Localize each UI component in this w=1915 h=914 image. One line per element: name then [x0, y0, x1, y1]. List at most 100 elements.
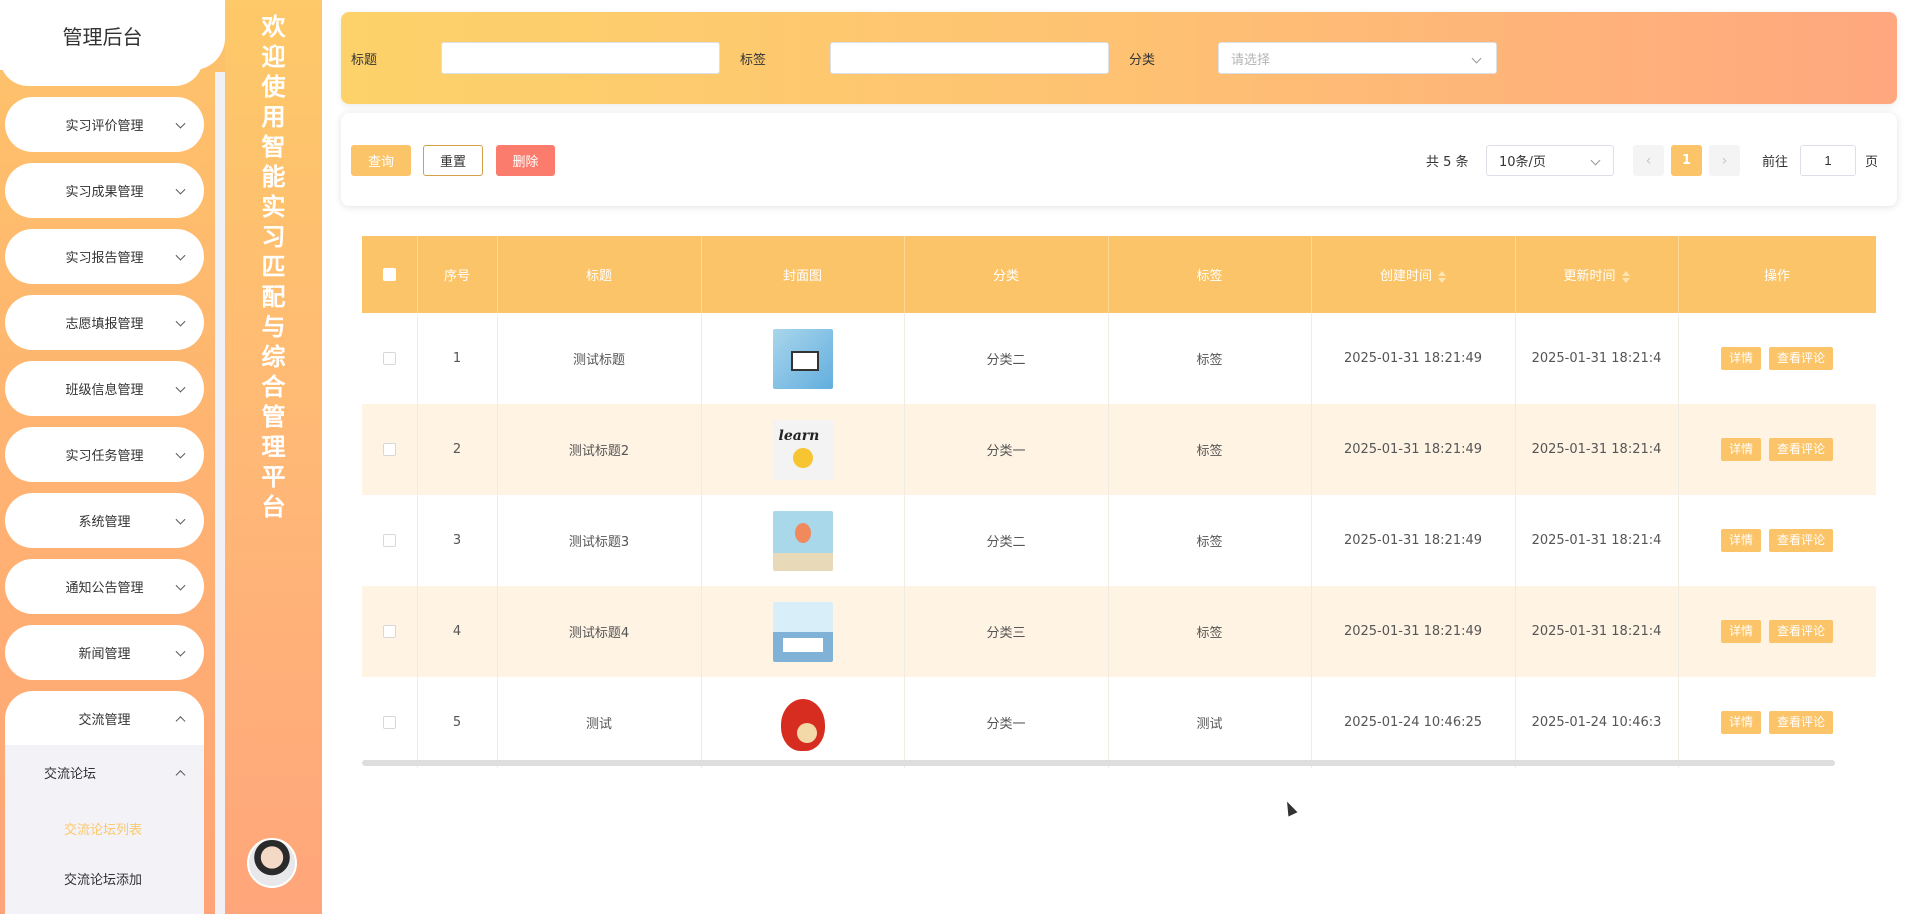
table-row[interactable]: 5 测试 分类一 测试 2025-01-24 10:46:25 2025-01-24 10…	[362, 677, 1876, 768]
welcome-char: 用	[261, 103, 286, 131]
sort-icon[interactable]	[1438, 270, 1446, 283]
table-row[interactable]: 4 测试标题4 分类三 标签 2025-01-31 18:21:49 2025-01-31…	[362, 586, 1876, 677]
sidebar-item-label: 实习成果管理	[65, 185, 144, 200]
chevron-down-icon	[1471, 53, 1482, 64]
sidebar-item-internship-results[interactable]: 实习成果管理	[5, 163, 204, 218]
table-row[interactable]: 2测试标题2 分类一标签2025-01-31 18:21:492025-01-31…	[362, 404, 1876, 495]
cell-title: 测试标题2	[497, 404, 702, 495]
row-checkbox[interactable]	[382, 716, 396, 729]
cell-cover	[701, 404, 905, 495]
query-button[interactable]: 查询	[351, 145, 411, 176]
sidebar-item-forum-list[interactable]: 交流论坛列表	[5, 808, 204, 848]
welcome-char: 配	[261, 283, 286, 311]
next-page-button[interactable]: ›	[1709, 145, 1740, 176]
table-row[interactable]: 1 测试标题 分类二 标签 2025-01-31 18:21:49 2025-01-31 …	[362, 313, 1876, 404]
view-comments-button[interactable]: 查看评论	[1769, 347, 1834, 370]
cell-ops: 详情 查看评论	[1678, 495, 1876, 586]
header-created[interactable]: 创建时间	[1311, 236, 1516, 313]
sort-icon[interactable]	[1621, 270, 1630, 283]
thumb-computer-image[interactable]	[772, 328, 833, 389]
detail-button[interactable]: 详情	[1720, 620, 1761, 643]
header-tag: 标签	[1108, 236, 1312, 313]
header-title: 标题	[497, 236, 702, 313]
detail-button[interactable]: 详情	[1720, 711, 1761, 734]
header-updated[interactable]: 更新时间	[1515, 236, 1679, 313]
welcome-char: 管	[261, 403, 286, 431]
sidebar-item-notices[interactable]: 通知公告管理	[5, 559, 204, 614]
thumb-red-bird-image[interactable]	[772, 692, 833, 753]
welcome-char: 实	[261, 193, 286, 221]
submenu-forum[interactable]: 交流论坛	[5, 745, 204, 800]
detail-button[interactable]: 详情	[1720, 529, 1761, 552]
sidebar-item-internship-evaluation[interactable]: 实习评价管理	[5, 97, 204, 152]
sidebar-item-label: 通知公告管理	[65, 581, 144, 596]
cell-index: 5	[417, 677, 498, 768]
cell-category: 分类一	[904, 404, 1109, 495]
row-select-cell	[362, 677, 418, 768]
cell-created: 2025-01-31 18:21:49	[1311, 313, 1516, 404]
title-filter-input[interactable]	[441, 42, 720, 74]
title-filter-label: 标题	[351, 52, 378, 68]
welcome-char: 迎	[261, 43, 286, 71]
table-horizontal-scrollbar[interactable]	[362, 760, 1835, 766]
view-comments-button[interactable]: 查看评论	[1769, 711, 1834, 734]
cell-category: 分类二	[904, 313, 1109, 404]
sidebar-item-label: 交流管理	[78, 713, 131, 728]
row-checkbox[interactable]	[382, 534, 396, 547]
chevron-down-icon	[175, 118, 186, 129]
detail-button[interactable]: 详情	[1720, 347, 1761, 370]
sidebar-item-volunteer-application[interactable]: 志愿填报管理	[5, 295, 204, 350]
sidebar-item-news[interactable]: 新闻管理	[5, 625, 204, 680]
select-all-checkbox[interactable]	[382, 268, 396, 281]
page-size-select[interactable]: 10条/页	[1486, 145, 1614, 176]
view-comments-button[interactable]: 查看评论	[1769, 620, 1834, 643]
page-number-current[interactable]: 1	[1671, 145, 1702, 176]
cell-created: 2025-01-31 18:21:49	[1311, 404, 1516, 495]
row-checkbox[interactable]	[382, 352, 396, 365]
sidebar-item-communication[interactable]: 交流管理	[5, 691, 204, 746]
thumb-learn-image[interactable]	[772, 419, 833, 480]
thumb-book-city-image[interactable]	[772, 601, 833, 662]
view-comments-button[interactable]: 查看评论	[1769, 438, 1834, 461]
delete-button[interactable]: 删除	[496, 145, 555, 176]
header-cover: 封面图	[701, 236, 905, 313]
submenu-label: 交流论坛	[44, 767, 97, 782]
sidebar-item-internship-reports[interactable]: 实习报告管理	[5, 229, 204, 284]
table-header-row: 序号 标题 封面图 分类 标签 创建时间 更新时间 操作	[362, 236, 1876, 313]
welcome-char: 平	[261, 463, 286, 491]
welcome-char: 台	[261, 493, 286, 521]
cell-created: 2025-01-24 10:46:25	[1311, 677, 1516, 768]
chevron-down-icon	[175, 250, 186, 261]
row-checkbox[interactable]	[382, 443, 396, 456]
cell-updated: 2025-01-24 10:46:3	[1515, 677, 1679, 768]
sidebar-item-system[interactable]: 系统管理	[5, 493, 204, 548]
cell-cover	[701, 495, 905, 586]
tag-filter-input[interactable]	[830, 42, 1109, 74]
cell-cover	[701, 677, 905, 768]
chevron-down-icon	[1590, 155, 1601, 166]
cell-title: 测试标题	[497, 313, 702, 404]
detail-button[interactable]: 详情	[1720, 438, 1761, 461]
prev-page-button[interactable]: ‹	[1633, 145, 1664, 176]
reset-button[interactable]: 重置	[423, 145, 483, 176]
header-updated-label: 更新时间	[1563, 269, 1616, 284]
sidebar-item-internship-tasks[interactable]: 实习任务管理	[5, 427, 204, 482]
thumb-book-balloon-image[interactable]	[772, 510, 833, 571]
user-avatar[interactable]	[247, 838, 297, 888]
goto-prefix: 前往	[1762, 155, 1789, 170]
sidebar-item-label: 实习任务管理	[65, 449, 144, 464]
category-filter-select[interactable]: 请选择	[1218, 42, 1497, 74]
goto-suffix: 页	[1865, 155, 1879, 170]
row-checkbox[interactable]	[382, 625, 396, 638]
view-comments-button[interactable]: 查看评论	[1769, 529, 1834, 552]
goto-page-input[interactable]	[1800, 145, 1856, 176]
sidebar-item-label: 实习评价管理	[65, 119, 144, 134]
header-category: 分类	[904, 236, 1109, 313]
category-filter-label: 分类	[1129, 52, 1156, 68]
chevron-down-icon	[175, 514, 186, 525]
welcome-char: 合	[261, 373, 286, 401]
cell-cover	[701, 586, 905, 677]
sidebar-item-forum-add[interactable]: 交流论坛添加	[5, 858, 204, 898]
table-row[interactable]: 3 测试标题3 分类二 标签 2025-01-31 18:21:49 2025-01-31…	[362, 495, 1876, 586]
sidebar-item-class-info[interactable]: 班级信息管理	[5, 361, 204, 416]
